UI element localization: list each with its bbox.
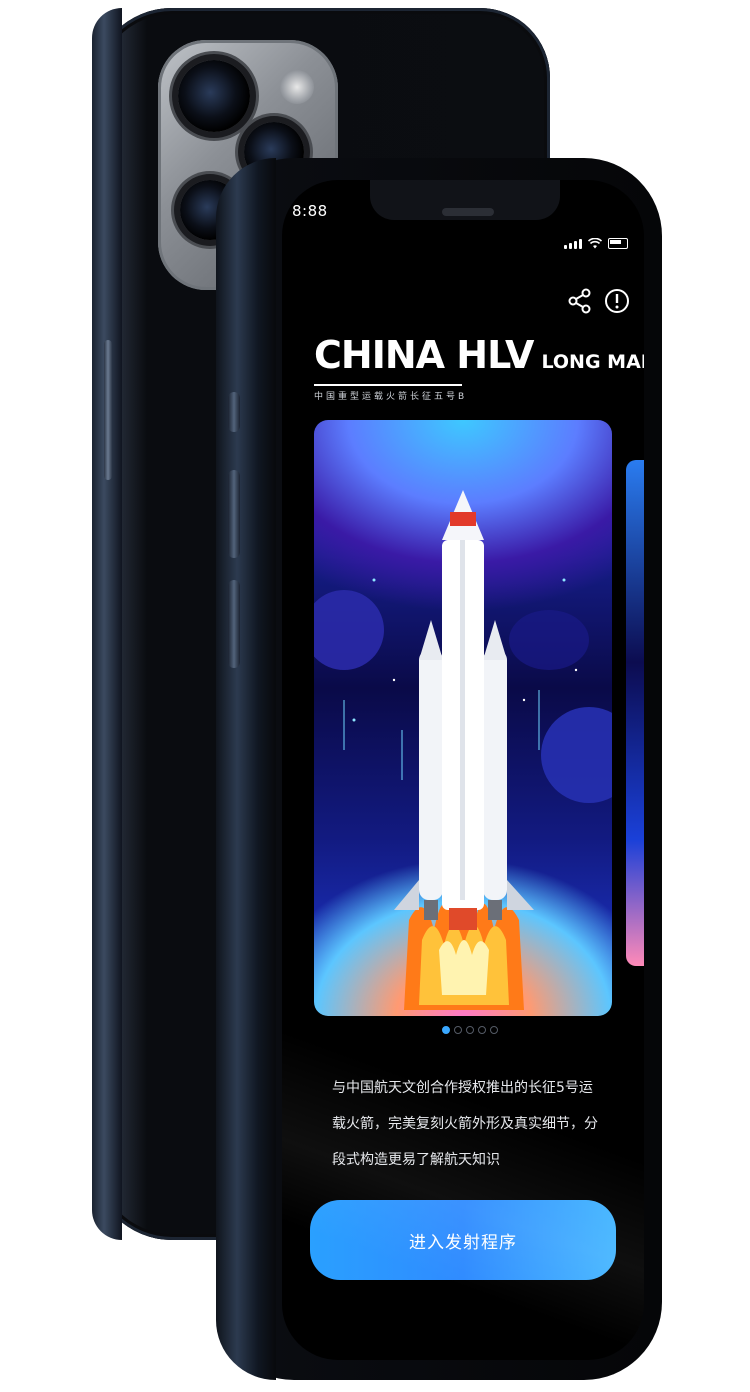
front-phone-side [216,158,276,1380]
carousel-card[interactable] [314,420,612,1016]
carousel-dot[interactable] [490,1026,498,1034]
phone-screen: 8:88 CHINA HLV LONG MA 中国重型运载火箭长征五号B 与中国… [282,180,644,1360]
carousel-dot[interactable] [478,1026,486,1034]
info-icon[interactable] [604,288,630,314]
back-side-button [104,340,112,480]
subtitle: 中国重型运载火箭长征五号B [314,392,468,402]
status-icons [564,238,628,249]
camera-lens-icon [178,60,250,132]
title-secondary: LONG MARCH 5B [541,351,644,373]
launch-button[interactable]: 进入发射程序 [310,1200,616,1280]
volume-down-button [228,580,240,668]
page-title: CHINA HLV LONG MARCH 5B [314,336,644,374]
device-mockup: 8:88 CHINA HLV LONG MA 中国重型运载火箭长征五号B 与中国… [0,0,750,1392]
carousel-dot-active[interactable] [442,1026,450,1034]
flash-icon [280,70,314,104]
title-underline [314,384,462,386]
carousel-indicator [442,1026,498,1034]
launch-button-label: 进入发射程序 [409,1232,517,1253]
description-text: 与中国航天文创合作授权推出的长征5号运载火箭，完美复刻火箭外形及真实细节，分段式… [332,1080,598,1168]
wifi-icon [588,238,602,249]
share-icon[interactable] [568,288,592,314]
top-actions [568,288,630,314]
rocket-illustration [314,490,612,1010]
carousel-dot[interactable] [466,1026,474,1034]
title-main: CHINA HLV [314,333,534,377]
signal-icon [564,239,582,249]
carousel-dot[interactable] [454,1026,462,1034]
mute-switch [228,392,240,432]
volume-up-button [228,470,240,558]
carousel-next-card[interactable] [626,460,644,966]
back-phone-rim [92,8,122,1240]
battery-icon [608,238,628,249]
speaker [442,208,494,216]
status-time: 8:88 [292,202,328,220]
